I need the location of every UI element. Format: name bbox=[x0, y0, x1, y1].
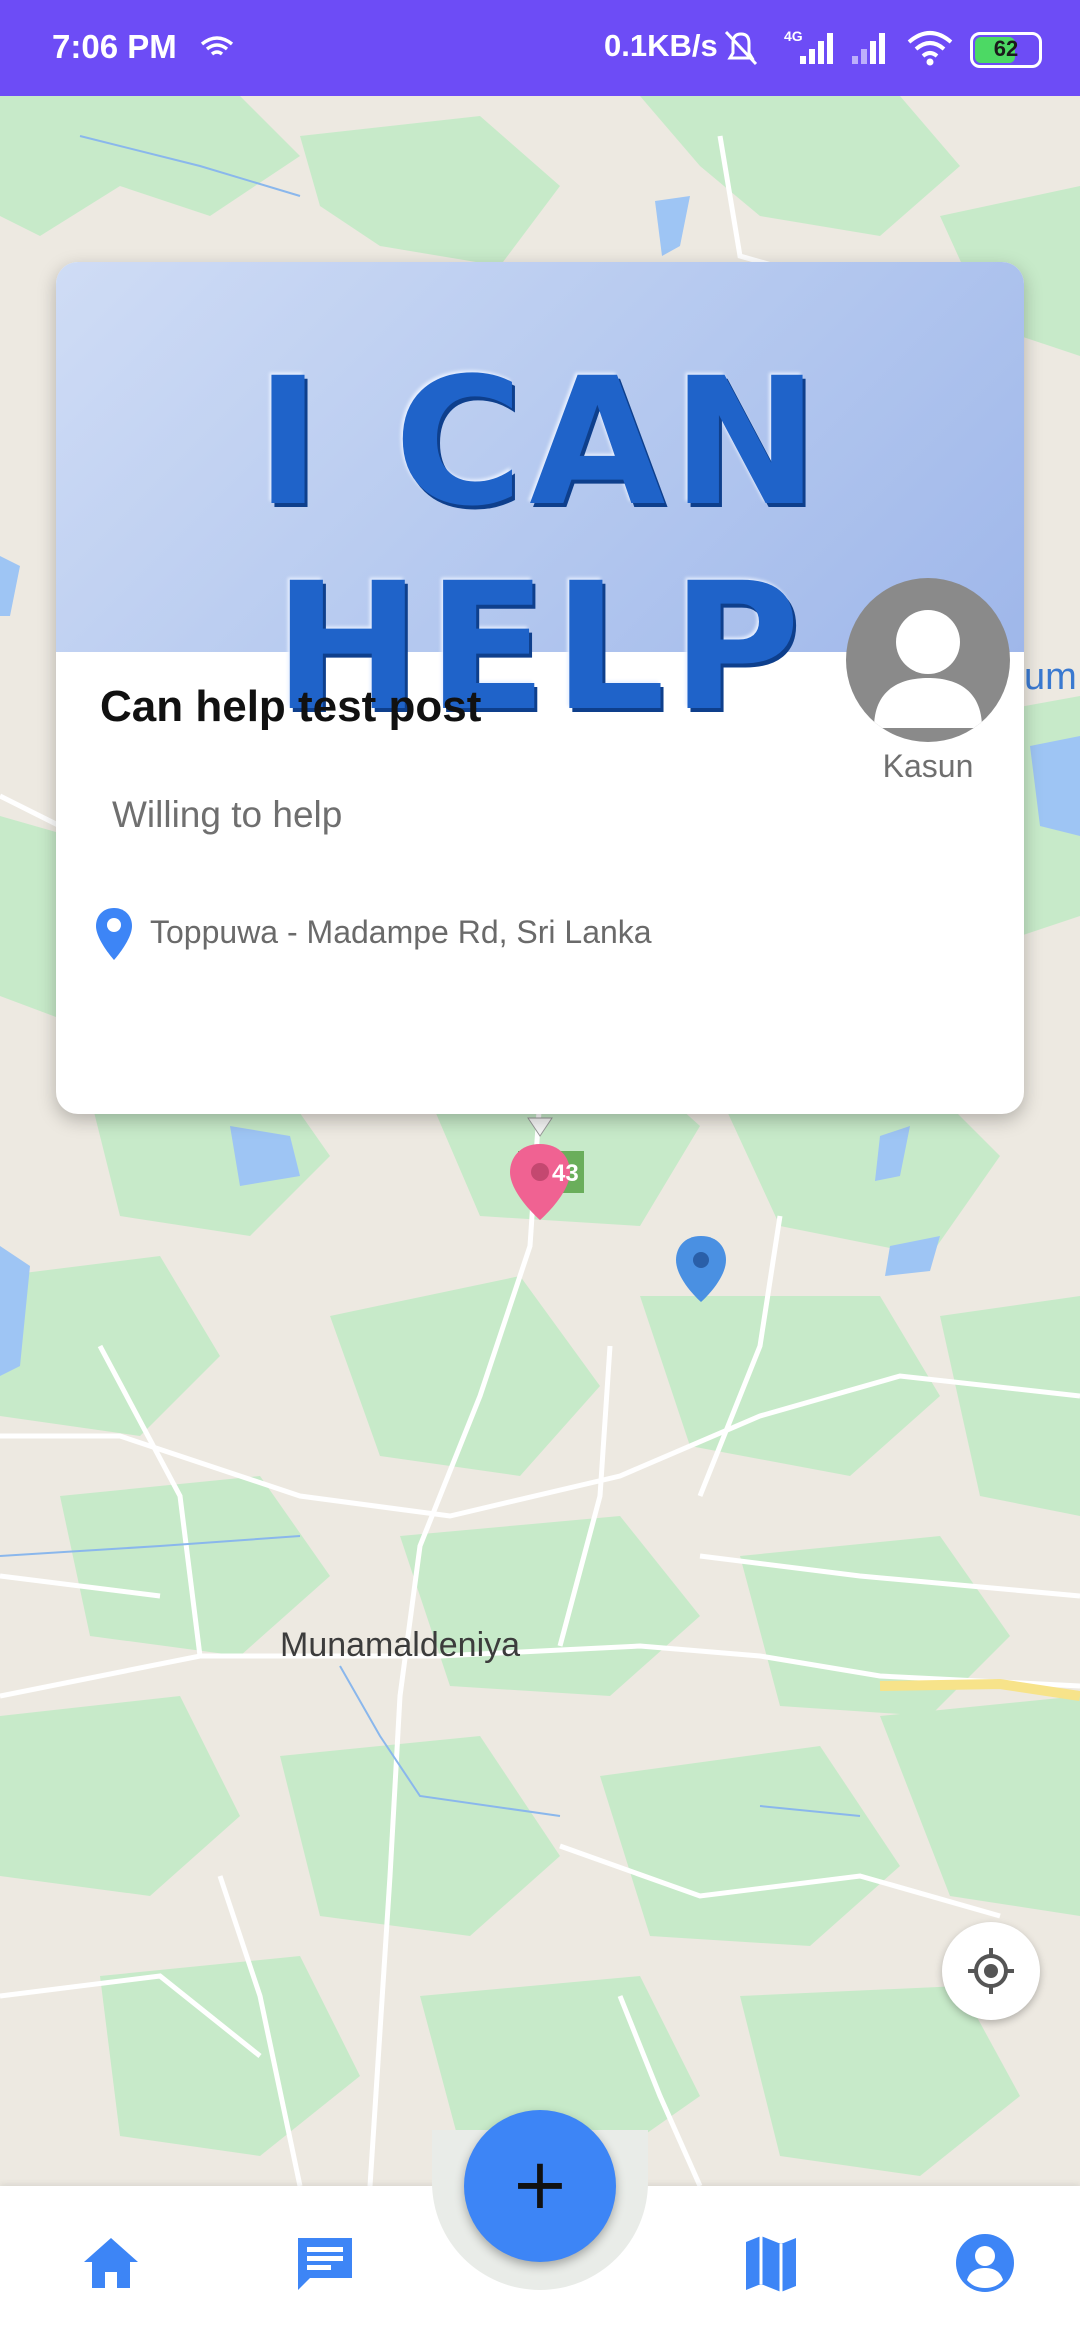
author-name: Kasun bbox=[882, 748, 974, 784]
road-shield-label: 43 bbox=[552, 1160, 579, 1187]
signal-2-icon bbox=[852, 33, 885, 64]
post-description: Willing to help bbox=[112, 794, 343, 835]
post-location: Toppuwa - Madampe Rd, Sri Lanka bbox=[150, 914, 652, 950]
signal-icon bbox=[800, 33, 833, 64]
wifi-small-icon bbox=[200, 36, 234, 56]
battery-indicator: 62 bbox=[970, 32, 1042, 68]
blue-map-marker[interactable] bbox=[676, 1236, 726, 1302]
wifi-icon bbox=[907, 31, 953, 66]
map-icon[interactable] bbox=[736, 2228, 806, 2298]
status-time: 7:06 PM bbox=[52, 28, 177, 65]
person-icon bbox=[874, 610, 982, 728]
partial-place-label: um bbox=[1024, 656, 1077, 698]
post-title: Can help test post bbox=[100, 682, 482, 731]
battery-level: 62 bbox=[993, 36, 1019, 61]
crosshair-icon bbox=[968, 1948, 1014, 1994]
place-label: Munamaldeniya bbox=[280, 1626, 521, 1664]
author-avatar[interactable] bbox=[846, 578, 1010, 742]
add-post-button[interactable]: + bbox=[464, 2110, 616, 2262]
home-icon[interactable] bbox=[76, 2228, 146, 2298]
status-bar: 7:06 PM 0.1KB/s 4G 62 bbox=[0, 0, 1080, 96]
account-icon[interactable] bbox=[950, 2228, 1020, 2298]
network-speed: 0.1KB/s bbox=[604, 28, 718, 63]
my-location-button[interactable] bbox=[942, 1922, 1040, 2020]
chat-icon[interactable] bbox=[290, 2228, 360, 2298]
mute-bell-icon bbox=[724, 30, 758, 66]
location-pin-icon bbox=[96, 908, 132, 960]
